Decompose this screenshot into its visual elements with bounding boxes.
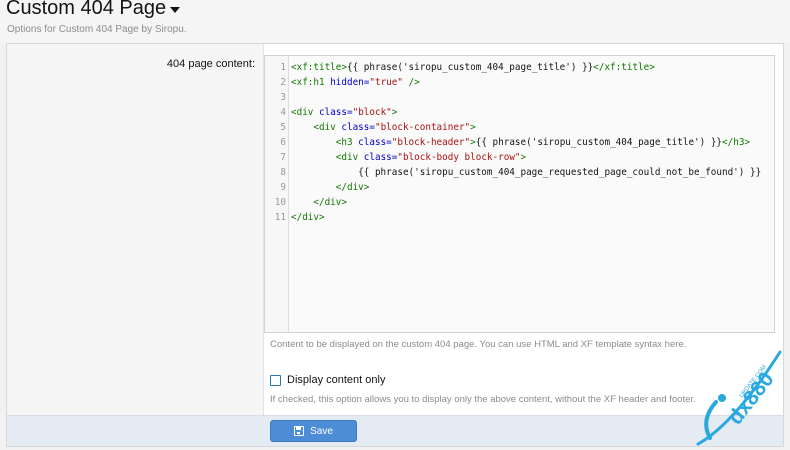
form-submit-row: Save [7,415,783,446]
checkbox-label: Display content only [287,374,386,386]
code-token-tag: <xf:h1 [291,77,331,88]
display-content-only-checkbox[interactable] [270,374,281,386]
code-text: <div class="block"> [291,105,397,120]
line-number: 9 [280,182,286,193]
watermark-text: dx880 [724,368,779,429]
code-token-attr: hidden= [330,77,370,88]
floppy-disk-icon [294,426,305,436]
watermark-logo: dx880 UPDATE.COM [696,350,782,446]
code-token-tag: </div> [313,197,347,208]
form-label-column: 404 page content: [7,44,264,415]
line-number: 7 [280,152,286,163]
code-token-tag: </div> [291,212,325,223]
line-number: 6 [280,137,286,148]
code-text: </div> [291,195,347,210]
code-token-tag: <div [335,152,364,163]
line-number: 2 [280,77,286,88]
code-line[interactable]: 3 [265,90,774,105]
code-token-attr: class= [341,122,375,133]
code-token-txt: {{ phrase('siropu_custom_404_page_title'… [346,62,594,73]
code-token-tag: </h3> [722,137,751,148]
display-content-only-option[interactable]: Display content only [270,374,385,386]
code-line[interactable]: 11 </div> [265,210,774,225]
code-line[interactable]: 1 <xf:title>{{ phrase('siropu_custom_404_… [265,60,774,75]
code-token-attr: class= [319,107,353,118]
line-number: 3 [280,92,286,103]
content-field-label: 404 page content: [166,58,255,70]
caret-down-icon[interactable] [170,7,181,13]
watermark-dot [718,394,726,402]
line-number: 11 [274,212,286,223]
line-number: 4 [280,107,286,118]
code-token-txt: {{ phrase('siropu_custom_404_page_title'… [475,137,723,148]
code-token-tag: <div [291,107,319,118]
code-token-tag: <xf:title> [291,62,347,73]
code-line[interactable]: 9 </div> [265,180,774,195]
code-token-tag: </div> [335,182,370,193]
page-title-text: Custom 404 Page [6,0,167,19]
code-line[interactable]: 10 </div> [265,195,774,210]
page-title[interactable]: Custom 404 Page [6,0,181,20]
code-text: <div class="block-body block-row"> [291,150,526,165]
line-number: 10 [274,197,286,208]
code-token-tag: </xf:title> [593,62,655,73]
code-token-tag: <div [313,122,342,133]
code-token-str: "block" [352,107,392,118]
code-text: <xf:title>{{ phrase('siropu_custom_404_p… [291,60,655,75]
code-text: </div> [291,210,325,225]
page-description: Options for Custom 404 Page by Siropu. [7,24,187,35]
checkbox-explain-text: If checked, this option allows you to di… [270,394,696,405]
code-line[interactable]: 5 <div class="block-container"> [265,120,774,135]
save-button-label: Save [310,425,333,437]
code-line[interactable]: 7 <div class="block-body block-row"> [265,150,774,165]
code-editor[interactable]: 1 <xf:title>{{ phrase('siropu_custom_404_… [264,55,775,333]
code-token-tag: /> [402,77,420,88]
code-line[interactable]: 6 <h3 class="block-header">{{ phrase('si… [265,135,774,150]
code-text: {{ phrase('siropu_custom_404_page_reques… [291,165,761,180]
line-number: 8 [280,167,286,178]
line-number: 1 [280,62,286,73]
code-line[interactable]: 8 {{ phrase('siropu_custom_404_page_requ… [265,165,774,180]
code-line[interactable]: 4 <div class="block"> [265,105,774,120]
code-token-attr: class= [363,152,398,163]
code-text: <div class="block-container"> [291,120,476,135]
code-text: </div> [291,180,370,195]
save-button[interactable]: Save [270,420,357,442]
code-text: <h3 class="block-header">{{ phrase('siro… [291,135,750,150]
code-token-tag: > [391,107,398,118]
code-token-tag: <h3 [335,137,359,148]
code-token-str: "block-body block-row" [397,152,521,163]
content-explain-text: Content to be displayed on the custom 40… [270,339,687,350]
page-header: Custom 404 Page Options for Custom 404 P… [0,0,790,42]
code-token-txt: {{ phrase('siropu_custom_404_page_reques… [291,167,762,178]
code-text: <xf:h1 hidden="true" /> [291,75,420,90]
code-token-tag: > [470,122,476,133]
line-number: 5 [280,122,286,133]
code-line[interactable]: 2 <xf:h1 hidden="true" /> [265,75,774,90]
code-token-str: "true" [369,77,403,88]
code-token-attr: class= [358,137,392,148]
code-token-str: "block-container" [374,122,471,133]
code-token-str: "block-header" [391,137,471,148]
code-token-tag: > [520,152,527,163]
